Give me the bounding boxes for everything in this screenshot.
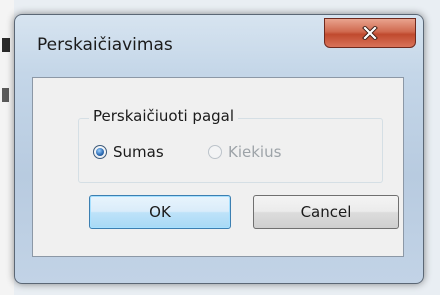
close-button[interactable] bbox=[324, 18, 416, 48]
recalculate-by-group: Perskaičiuoti pagal Sumas Kiekius bbox=[78, 107, 383, 183]
radio-sumas-label: Sumas bbox=[113, 143, 164, 161]
cancel-button[interactable]: Cancel bbox=[253, 195, 399, 229]
radio-sumas[interactable]: Sumas bbox=[93, 143, 164, 161]
group-label: Perskaičiuoti pagal bbox=[89, 107, 239, 125]
radio-kiekius-label: Kiekius bbox=[228, 143, 282, 161]
title-bar[interactable]: Perskaičiavimas bbox=[15, 15, 423, 67]
radio-selected-icon bbox=[93, 145, 107, 159]
background-app-fragment bbox=[2, 38, 10, 52]
ok-button[interactable]: OK bbox=[89, 195, 231, 229]
background-app-fragment bbox=[2, 88, 9, 102]
dialog-window: Perskaičiavimas Perskaičiuoti pagal Suma… bbox=[14, 14, 424, 284]
radio-unselected-icon bbox=[208, 145, 222, 159]
window-title: Perskaičiavimas bbox=[37, 35, 173, 55]
radio-kiekius[interactable]: Kiekius bbox=[208, 143, 281, 161]
window-bottom-frame bbox=[32, 257, 404, 277]
dialog-client-area: Perskaičiuoti pagal Sumas Kiekius OK Can… bbox=[32, 77, 404, 257]
close-icon bbox=[362, 26, 378, 40]
